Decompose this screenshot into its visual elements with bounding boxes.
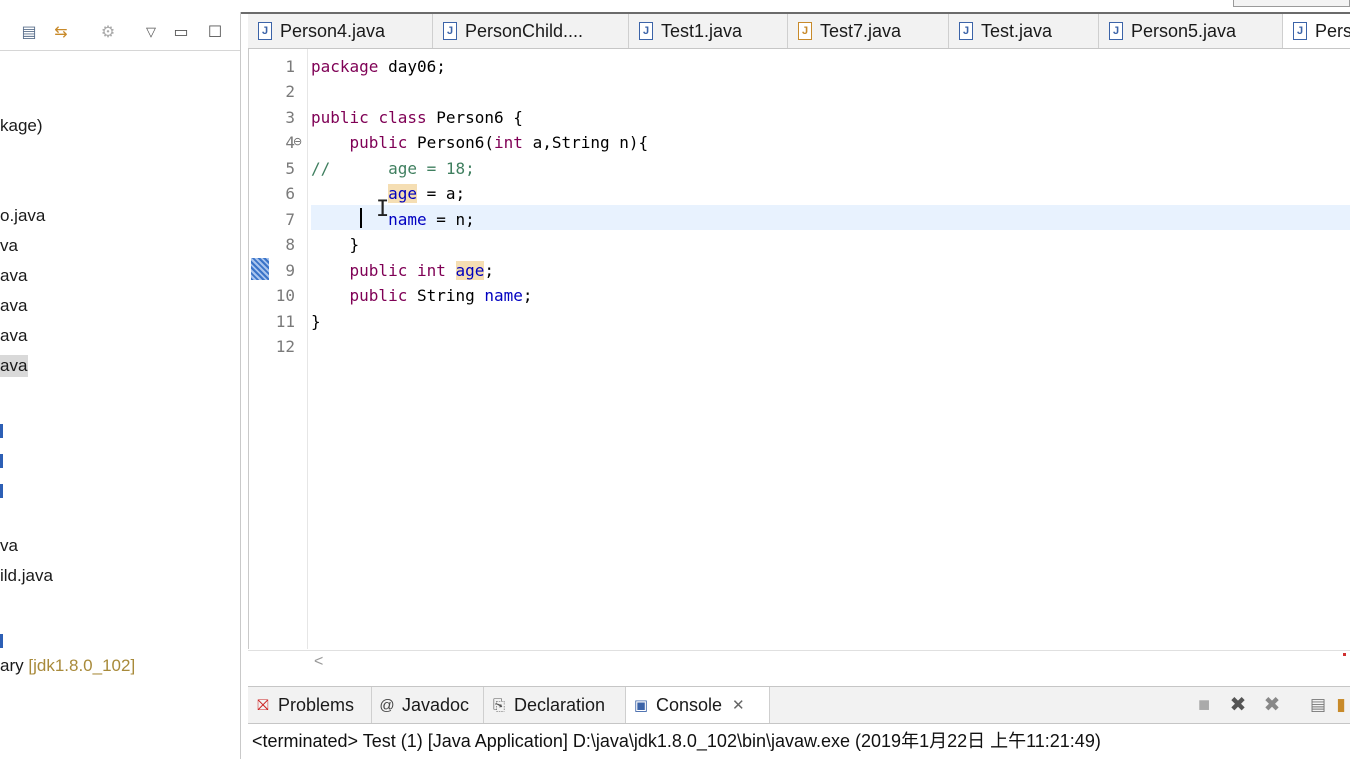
top-right-control [1233, 0, 1350, 7]
problems-icon: ⛝ [257, 696, 269, 714]
java-file-icon: J [639, 22, 653, 40]
horizontal-scrollbar[interactable]: < [248, 650, 1350, 677]
clear-console-icon[interactable]: ▤ [1306, 693, 1330, 717]
code-line-7: name = n; [388, 210, 475, 229]
line-number: 7 [285, 210, 295, 229]
tree-item-library[interactable]: ary [jdk1.8.0_102] [0, 655, 135, 677]
scroll-left-icon[interactable]: < [314, 653, 323, 671]
tree-item[interactable]: ava [0, 265, 27, 287]
code-line-9: public int age; [349, 261, 495, 280]
tab-person5[interactable]: J Person5.java [1099, 14, 1283, 48]
line-number: 10 [275, 286, 295, 305]
terminate-icon[interactable]: ■ [1192, 693, 1216, 717]
tab-console[interactable]: ▣ Console ✕ [626, 687, 770, 723]
fold-collapse-icon[interactable]: ⊖ [293, 135, 302, 148]
tree-item[interactable]: ild.java [0, 565, 53, 587]
package-explorer: ▤ ⇆ ⚙ ▽ ▭ ☐ kage) o.java va ava ava ava … [0, 12, 241, 759]
tab-problems[interactable]: ⛝ Problems [248, 687, 372, 723]
code-line-10: public String name; [349, 286, 533, 305]
link-with-editor-icon[interactable]: ⇆ [50, 21, 72, 43]
line-number: 8 [285, 235, 295, 254]
tree-folder-icon [0, 454, 3, 468]
bottom-tab-bar: ⛝ Problems @ Javadoc ⎘ Declaration ▣ Console… [248, 687, 1350, 724]
java-file-icon: J [959, 22, 973, 40]
line-number: 1 [285, 57, 295, 76]
close-icon[interactable]: ✕ [732, 696, 745, 714]
line-number: 4 [285, 133, 295, 152]
code-editor[interactable]: 1 2 3 4 ⊖ 5 6 7 8 9 10 11 12 package day… [248, 49, 1350, 649]
tab-test[interactable]: J Test.java [949, 14, 1099, 48]
line-number: 6 [285, 184, 295, 203]
line-number: 9 [285, 261, 295, 280]
java-file-icon: J [258, 22, 272, 40]
text-caret [360, 208, 362, 228]
tree-folder-icon [0, 424, 3, 438]
code-line-5: // age = 18; [311, 159, 475, 178]
bottom-panel: ⛝ Problems @ Javadoc ⎘ Declaration ▣ Console… [248, 686, 1350, 760]
code-line-8: } [349, 235, 360, 254]
tab-declaration[interactable]: ⎘ Declaration [484, 687, 626, 723]
occurrence-marker-icon [251, 258, 269, 280]
java-file-icon: J [1293, 22, 1307, 40]
line-number: 3 [285, 108, 295, 127]
tab-person6[interactable]: J Pers [1283, 14, 1350, 48]
collapse-all-icon[interactable]: ▤ [18, 21, 40, 43]
explorer-toolbar: ▤ ⇆ ⚙ ▽ ▭ ☐ [0, 12, 240, 51]
tab-test7[interactable]: J Test7.java [788, 14, 949, 48]
mouse-ibeam-cursor-icon: I [376, 197, 390, 222]
console-status-text: <terminated> Test (1) [Java Application]… [252, 731, 1101, 751]
tab-test1[interactable]: J Test1.java [629, 14, 788, 48]
code-line-1: package day06; [311, 57, 446, 76]
view-menu-icon[interactable]: ▽ [140, 21, 162, 43]
console-icon: ▣ [633, 697, 649, 714]
overview-marker [1343, 653, 1346, 656]
code-line-3: public class Person6 { [311, 108, 523, 127]
remove-all-launches-icon[interactable]: ✖ [1260, 693, 1284, 717]
tab-personchild[interactable]: J PersonChild.... [433, 14, 629, 48]
line-number: 11 [275, 312, 295, 331]
tree-item[interactable]: kage) [0, 115, 43, 137]
tree-folder-icon [0, 634, 3, 648]
line-number: 5 [285, 159, 295, 178]
java-file-warning-icon: J [798, 22, 812, 40]
tree-item[interactable]: ava [0, 295, 27, 317]
minimize-icon[interactable]: ▭ [170, 21, 192, 43]
declaration-icon: ⎘ [492, 696, 505, 714]
code-line-11: } [311, 312, 321, 331]
javadoc-icon: @ [379, 696, 395, 714]
remove-launch-icon[interactable]: ✖ [1226, 693, 1250, 717]
tab-javadoc[interactable]: @ Javadoc [372, 687, 484, 723]
editor-tab-bar: J Person4.java J PersonChild.... J Test1.ja… [248, 14, 1350, 49]
java-file-icon: J [1109, 22, 1123, 40]
line-number: 12 [275, 337, 295, 356]
focus-icon[interactable]: ⚙ [97, 21, 119, 43]
tree-item[interactable]: va [0, 235, 18, 257]
tree-folder-icon [0, 484, 3, 498]
code-line-4: public Person6(int a,String n){ [349, 133, 649, 152]
tree-item[interactable]: va [0, 535, 18, 557]
scroll-lock-icon[interactable]: ▮ [1332, 693, 1350, 717]
java-file-icon: J [443, 22, 457, 40]
tree-item[interactable]: o.java [0, 205, 45, 227]
tab-person4[interactable]: J Person4.java [248, 14, 433, 48]
maximize-icon[interactable]: ☐ [204, 21, 226, 43]
line-number: 2 [285, 82, 295, 101]
tree-item[interactable]: ava [0, 325, 27, 347]
tree-item-selected[interactable]: ava [0, 355, 28, 377]
